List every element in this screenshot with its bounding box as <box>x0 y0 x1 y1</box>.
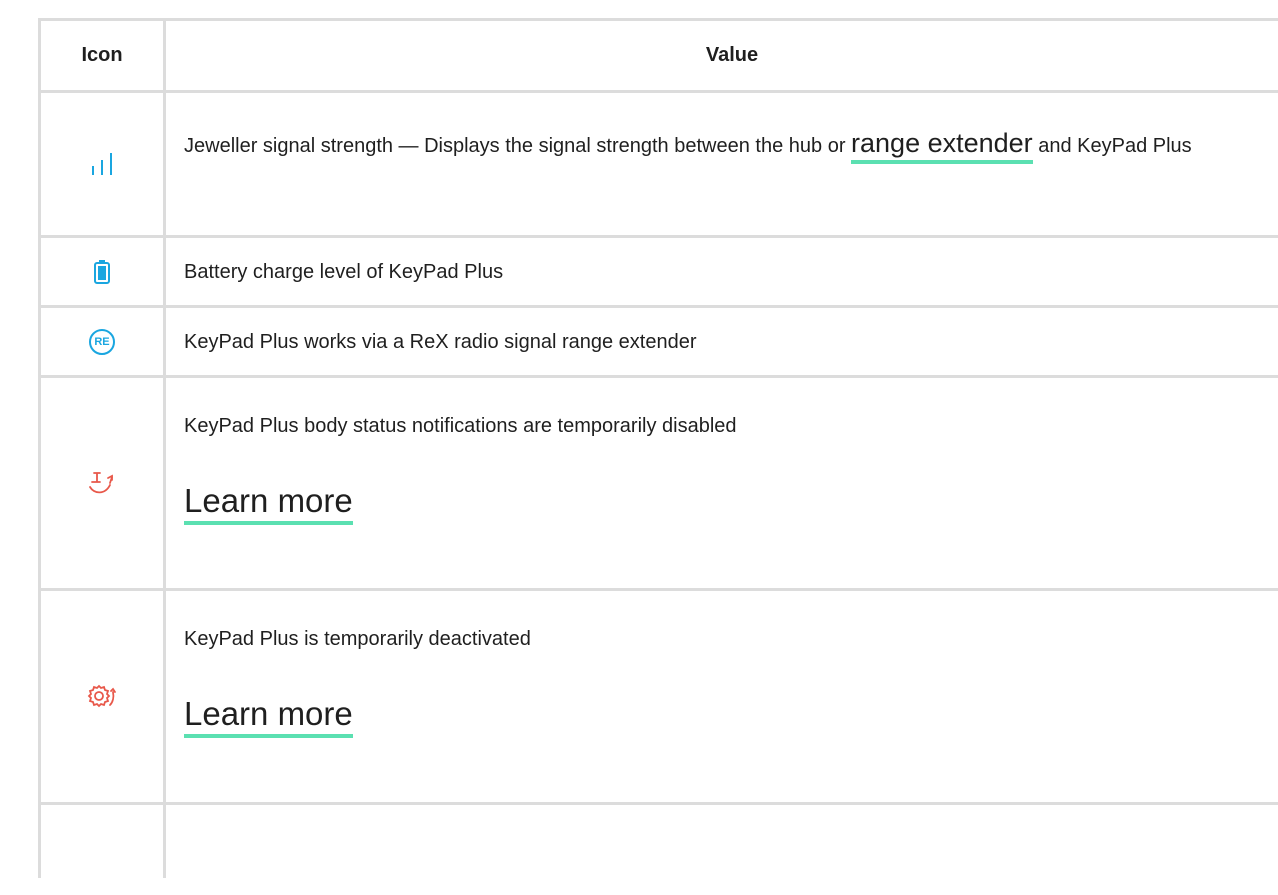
value-cell: Jeweller signal strength — Displays the … <box>184 121 1278 235</box>
icon-cell <box>41 591 163 802</box>
learn-more-link[interactable]: Learn more <box>184 482 353 525</box>
learn-more-wrap: Learn more <box>184 481 353 525</box>
table-header-row: Icon Value <box>41 21 1278 93</box>
header-value-cell: Value <box>166 21 1278 90</box>
signal-description: Jeweller signal strength — Displays the … <box>184 135 852 157</box>
learn-more-link[interactable]: Learn more <box>184 695 353 738</box>
signal-strength-icon <box>91 153 113 175</box>
table-row <box>41 805 1278 895</box>
table-row: Battery charge level of KeyPad Plus <box>41 238 1278 308</box>
deactivated-description: KeyPad Plus is temporarily deactivated <box>184 628 531 650</box>
icon-cell <box>41 238 163 305</box>
table-row: KeyPad Plus is temporarily deactivated L… <box>41 591 1278 805</box>
header-value: Value <box>705 44 759 66</box>
body-status-description: KeyPad Plus body status notifications ar… <box>184 415 737 437</box>
value-cell: KeyPad Plus works via a ReX radio signal… <box>184 308 1278 375</box>
value-cell: KeyPad Plus is temporarily deactivated L… <box>184 591 1278 802</box>
signal-description-end: and KeyPad Plus <box>1032 135 1192 157</box>
header-icon: Icon <box>81 44 123 66</box>
table-row: KeyPad Plus body status notifications ar… <box>41 378 1278 591</box>
learn-more-wrap: Learn more <box>184 694 353 738</box>
status-icons-table: Icon Value Jeweller signal strength — Di… <box>38 18 1278 878</box>
icon-cell: RE <box>41 308 163 375</box>
value-cell: Battery charge level of KeyPad Plus <box>184 238 1278 305</box>
re-badge-label: RE <box>94 335 110 348</box>
table-row: RE KeyPad Plus works via a ReX radio sig… <box>41 308 1278 378</box>
header-icon-cell: Icon <box>41 21 163 90</box>
rex-description: KeyPad Plus works via a ReX radio signal… <box>184 330 697 353</box>
row-text: Jeweller signal strength — Displays the … <box>184 121 1278 168</box>
re-badge-icon: RE <box>88 328 116 356</box>
icon-cell <box>41 378 163 588</box>
battery-icon <box>94 259 110 284</box>
range-extender-link[interactable]: range extender <box>851 128 1033 164</box>
table-row: Jeweller signal strength — Displays the … <box>41 93 1278 238</box>
icon-cell <box>41 93 163 235</box>
temporarily-deactivated-icon <box>87 683 117 711</box>
body-notifications-disabled-icon <box>88 469 116 497</box>
battery-description: Battery charge level of KeyPad Plus <box>184 260 504 283</box>
value-cell: KeyPad Plus body status notifications ar… <box>184 378 1278 588</box>
